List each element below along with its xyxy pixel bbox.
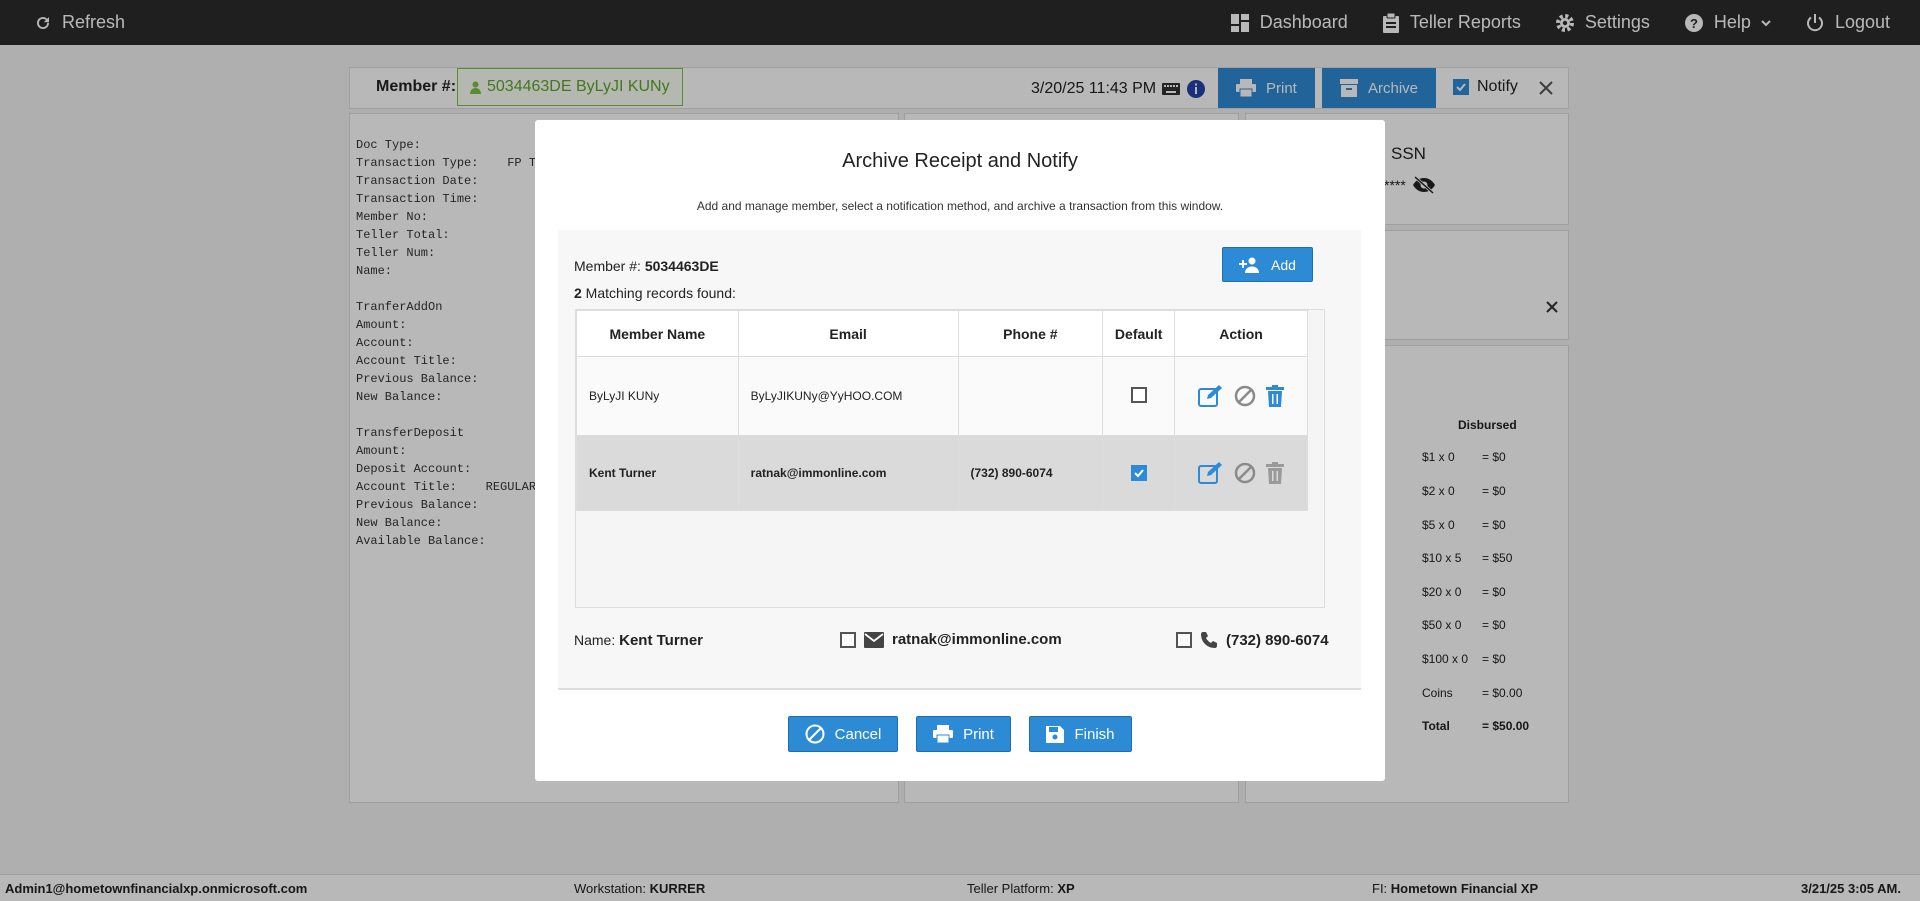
cell-phone: (732) 890-6074	[957, 435, 1104, 511]
finish-button[interactable]: Finish	[1029, 716, 1132, 752]
email-notify-checkbox[interactable]	[840, 631, 856, 648]
archive-notify-modal: Archive Receipt and Notify Add and manag…	[535, 120, 1385, 781]
cancel-label: Cancel	[834, 725, 882, 743]
printer-icon	[933, 725, 954, 743]
cell-email: ByLyJIKUNy@YyHOO.COM	[737, 356, 959, 436]
col-default[interactable]: Default	[1102, 310, 1176, 357]
print-button[interactable]: Print	[916, 716, 1011, 752]
cell-email: ratnak@immonline.com	[737, 435, 959, 511]
edit-icon[interactable]	[1198, 385, 1224, 407]
ban-icon[interactable]	[1234, 385, 1256, 407]
selected-name: Name: Kent Turner	[574, 632, 704, 649]
finish-label: Finish	[1074, 725, 1115, 743]
cell-default	[1102, 435, 1176, 511]
edit-icon[interactable]	[1198, 462, 1224, 484]
cell-action	[1174, 356, 1308, 436]
save-icon	[1046, 725, 1065, 743]
add-user-icon	[1239, 257, 1261, 273]
cell-member-name: ByLyJI KUNy	[576, 356, 739, 436]
modal-member: Member #: 5034463DE	[574, 258, 719, 274]
table-row[interactable]: ByLyJI KUNy ByLyJIKUNy@YyHOO.COM	[576, 356, 1308, 436]
cell-action	[1174, 435, 1308, 511]
members-table: Member Name Email Phone # Default Action…	[575, 309, 1325, 608]
email-notify-value: ratnak@immonline.com	[892, 631, 1062, 648]
default-checkbox[interactable]	[1130, 386, 1147, 403]
trash-icon[interactable]	[1266, 385, 1285, 407]
default-checkbox[interactable]	[1130, 465, 1147, 481]
modal-body: Member #: 5034463DE 2 Matching records f…	[558, 230, 1361, 690]
cell-member-name: Kent Turner	[576, 435, 739, 511]
envelope-icon	[864, 631, 884, 648]
phone-notify-checkbox[interactable]	[1176, 632, 1192, 648]
col-action[interactable]: Action	[1174, 310, 1308, 357]
print-label: Print	[963, 725, 994, 743]
email-notify-option[interactable]: ratnak@immonline.com	[840, 631, 1062, 648]
col-member-name[interactable]: Member Name	[576, 310, 739, 357]
modal-title: Archive Receipt and Notify	[842, 150, 1078, 172]
phone-notify-option[interactable]: (732) 890-6074	[1176, 631, 1329, 649]
phone-icon	[1200, 631, 1218, 649]
col-email[interactable]: Email	[737, 310, 959, 357]
add-member-label: Add	[1271, 256, 1296, 273]
add-member-button[interactable]: Add	[1222, 247, 1313, 282]
ban-icon[interactable]	[1234, 462, 1256, 484]
trash-icon[interactable]	[1266, 462, 1285, 484]
col-phone[interactable]: Phone #	[957, 310, 1104, 357]
phone-notify-value: (732) 890-6074	[1226, 631, 1329, 649]
match-count: 2 Matching records found:	[574, 285, 736, 301]
cell-default	[1102, 356, 1176, 436]
ban-icon	[805, 724, 825, 744]
cell-phone	[957, 356, 1104, 436]
table-row[interactable]: Kent Turner ratnak@immonline.com (732) 8…	[576, 435, 1308, 511]
cancel-button[interactable]: Cancel	[788, 716, 898, 752]
modal-subtitle: Add and manage member, select a notifica…	[696, 199, 1224, 213]
